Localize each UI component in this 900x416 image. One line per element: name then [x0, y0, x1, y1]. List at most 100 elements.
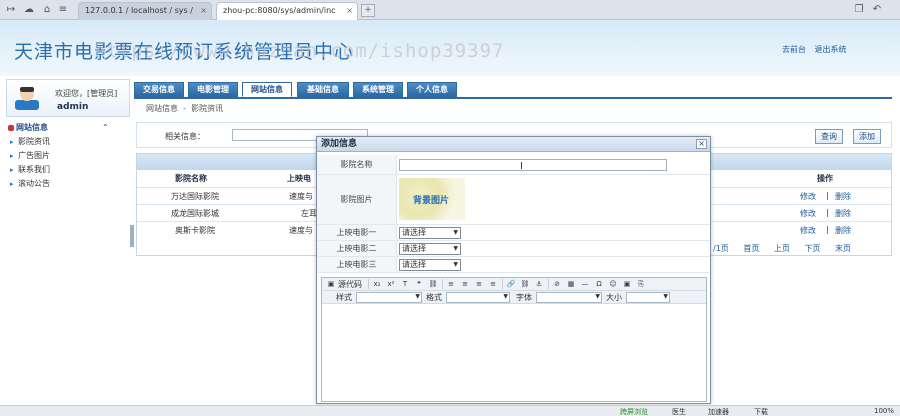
edit-link[interactable]: 修改	[800, 225, 816, 236]
source-code-icon[interactable]: ▣	[326, 279, 336, 289]
tab-admin[interactable]: zhou-pc:8080/sys/admin/inc ×	[216, 2, 358, 20]
cinema-image-label: 影院图片	[317, 175, 397, 224]
doctor-status[interactable]: 医生	[672, 407, 686, 416]
sidebar-item-label: 广告图片	[18, 151, 50, 160]
col-cinema-name: 影院名称	[175, 174, 207, 183]
horizontal-rule-icon[interactable]: —	[580, 279, 590, 289]
next-page-link[interactable]: 下页	[804, 244, 820, 253]
menu-icon[interactable]: ≡	[56, 3, 70, 17]
tab-transactions[interactable]: 交易信息	[134, 82, 184, 97]
style-label: 样式	[336, 293, 352, 302]
download-status[interactable]: 下载	[754, 407, 768, 416]
style-select[interactable]: ▼	[356, 292, 422, 303]
last-page-link[interactable]: 末页	[835, 244, 851, 253]
link-icon[interactable]: ⛓	[428, 279, 438, 289]
welcome-text: 欢迎您，[管理员]	[55, 89, 118, 98]
subscript-icon[interactable]: x₂	[372, 279, 382, 289]
sidebar-item-contact[interactable]: ▸ 联系我们	[6, 163, 130, 177]
toolbar-divider	[502, 279, 503, 289]
movie3-select[interactable]: 请选择 ▼	[399, 259, 461, 271]
align-right-icon[interactable]: ≡	[474, 279, 484, 289]
tab-movies[interactable]: 电影管理	[188, 82, 238, 97]
image-button-label: 背景图片	[413, 196, 450, 206]
image-icon[interactable]: ▣	[622, 279, 632, 289]
format-select[interactable]: ▼	[446, 292, 510, 303]
justify-icon[interactable]: ≡	[488, 279, 498, 289]
tab-close-icon[interactable]: ×	[346, 3, 353, 19]
search-label: 相关信息：	[165, 132, 205, 141]
movie1-label: 上映电影一	[317, 225, 397, 240]
source-code-button[interactable]: 源代码	[338, 279, 362, 290]
superscript-icon[interactable]: x²	[386, 279, 396, 289]
sidebar-section-website[interactable]: 网站信息 ⌃	[6, 121, 130, 135]
add-button[interactable]: 添加	[853, 129, 881, 144]
image-upload-button[interactable]: 背景图片	[399, 178, 465, 220]
home-icon[interactable]: ⌂	[40, 3, 54, 17]
select-value: 请选择	[402, 228, 426, 237]
sidebar-resize-handle[interactable]	[130, 225, 134, 247]
tab-personal[interactable]: 个人信息	[407, 82, 457, 97]
sidebar-menu: 网站信息 ⌃ ▸ 影院资讯 ▸ 广告图片 ▸ 联系我们 ▸ 滚动公告	[6, 121, 130, 191]
smiley-icon[interactable]: ☺	[608, 279, 618, 289]
row-movie-1: 上映电影一 请选择 ▼	[317, 225, 710, 241]
remove-format-icon[interactable]: T	[400, 279, 410, 289]
cloud-icon[interactable]: ☁	[22, 3, 36, 17]
tab-close-icon[interactable]: ×	[200, 3, 207, 19]
frontend-link[interactable]: 去前台	[782, 45, 806, 54]
back-forward-icon[interactable]: ↦	[4, 3, 18, 17]
flash-icon[interactable]: ⊘	[552, 279, 562, 289]
page-break-icon[interactable]: ⎘	[636, 279, 646, 289]
link-separator: |	[826, 191, 829, 200]
text-cursor-icon: I	[520, 161, 523, 172]
prev-page-link[interactable]: 上页	[774, 244, 790, 253]
tab-website[interactable]: 网站信息	[242, 82, 292, 97]
cell-movie: 速度与	[289, 192, 313, 201]
blockquote-icon[interactable]: ❝	[414, 279, 424, 289]
sidebar-item-ad-images[interactable]: ▸ 广告图片	[6, 149, 130, 163]
hyperlink-icon[interactable]: 🔗	[506, 279, 516, 289]
tab-label: zhou-pc:8080/sys/admin/inc	[223, 6, 336, 15]
tab-localhost[interactable]: 127.0.0.1 / localhost / sys / ×	[78, 2, 212, 20]
unlink-icon[interactable]: ⛓	[520, 279, 530, 289]
special-char-icon[interactable]: Ω	[594, 279, 604, 289]
movie1-select[interactable]: 请选择 ▼	[399, 227, 461, 239]
size-select[interactable]: ▼	[626, 292, 670, 303]
font-select[interactable]: ▼	[536, 292, 602, 303]
collapse-chevron-icon[interactable]: ⌃	[102, 121, 109, 135]
delete-link[interactable]: 删除	[835, 225, 851, 236]
query-button[interactable]: 查询	[815, 129, 843, 144]
window-icon[interactable]: ❐	[852, 3, 866, 17]
edit-link[interactable]: 修改	[800, 191, 816, 202]
first-page-link[interactable]: 首页	[743, 244, 759, 253]
zoom-level[interactable]: 100%	[874, 407, 894, 415]
align-center-icon[interactable]: ≡	[460, 279, 470, 289]
cell-name: 奥斯卡影院	[175, 226, 215, 235]
logout-link[interactable]: 退出系统	[815, 45, 847, 54]
cinema-name-input[interactable]: I	[399, 159, 667, 172]
top-links: 去前台 退出系统	[782, 44, 853, 55]
anchor-icon[interactable]: ⚓	[534, 279, 544, 289]
dialog-close-button[interactable]: ×	[696, 139, 707, 149]
browser-chrome: ↦ ☁ ⌂ ≡ 127.0.0.1 / localhost / sys / × …	[0, 0, 900, 20]
editor-content-area[interactable]	[322, 305, 706, 401]
breadcrumb-section[interactable]: 网站信息	[146, 104, 178, 113]
accelerator-status[interactable]: 加速器	[708, 407, 729, 416]
dropdown-arrow-icon: ▼	[415, 293, 420, 300]
sidebar-item-label: 联系我们	[18, 165, 50, 174]
delete-link[interactable]: 删除	[835, 208, 851, 219]
table-icon[interactable]: ▦	[566, 279, 576, 289]
sidebar-item-cinema-news[interactable]: ▸ 影院资讯	[6, 135, 130, 149]
align-left-icon[interactable]: ≡	[446, 279, 456, 289]
back-arrow-icon[interactable]: ↶	[870, 3, 884, 17]
tab-system[interactable]: 系统管理	[353, 82, 403, 97]
row-cinema-name: 影院名称 I	[317, 155, 710, 175]
delete-link[interactable]: 删除	[835, 191, 851, 202]
cross-screen-status[interactable]: 跨屏浏览	[620, 407, 648, 416]
movie2-select[interactable]: 请选择 ▼	[399, 243, 461, 255]
edit-link[interactable]: 修改	[800, 208, 816, 219]
sidebar-item-announcements[interactable]: ▸ 滚动公告	[6, 177, 130, 191]
new-tab-button[interactable]: +	[361, 4, 375, 17]
dropdown-arrow-icon: ▼	[453, 229, 458, 236]
username: admin	[57, 102, 89, 112]
tab-basic[interactable]: 基础信息	[297, 82, 349, 97]
